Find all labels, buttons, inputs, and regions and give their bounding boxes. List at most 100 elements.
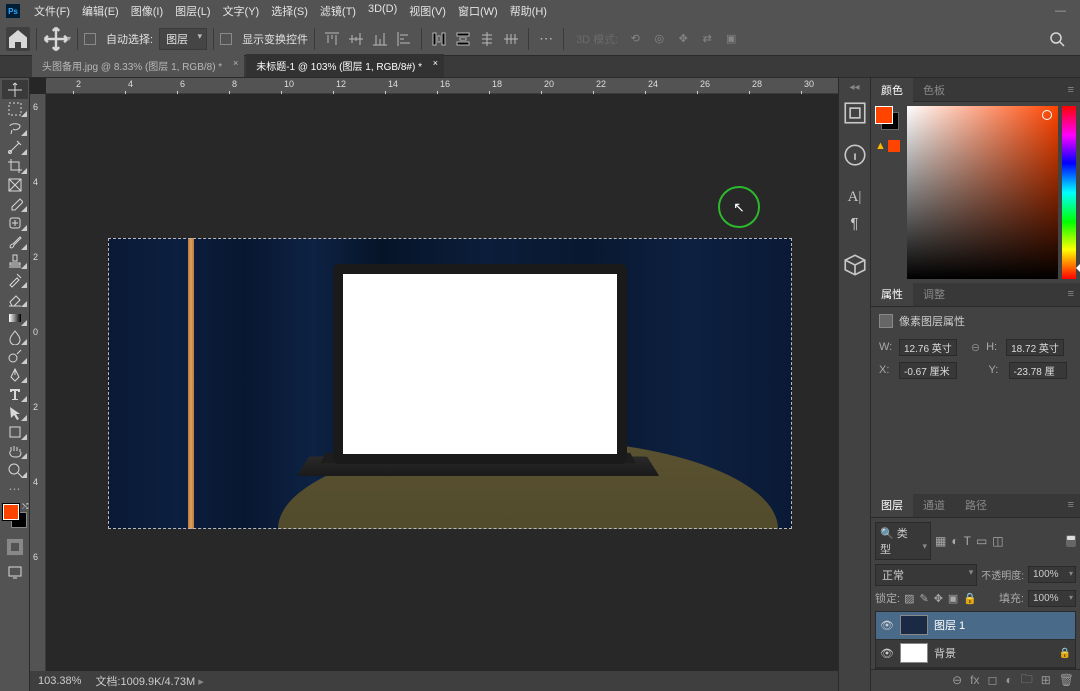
- tab-adjustments[interactable]: 调整: [913, 282, 955, 306]
- lock-transparency-icon[interactable]: ▨: [904, 592, 914, 605]
- color-swatches[interactable]: ⤭: [3, 504, 27, 528]
- document-tab[interactable]: 未标题-1 @ 103% (图层 1, RGB/8#) *×: [246, 54, 444, 77]
- filter-toggle[interactable]: [1066, 535, 1076, 547]
- show-transform-checkbox[interactable]: [220, 33, 232, 45]
- history-panel-icon[interactable]: [842, 101, 868, 125]
- tab-paths[interactable]: 路径: [955, 493, 997, 517]
- lock-position-icon[interactable]: ✥: [934, 592, 943, 605]
- eyedropper-tool[interactable]: [2, 194, 28, 213]
- visibility-icon[interactable]: 👁: [880, 647, 894, 660]
- tab-color[interactable]: 颜色: [871, 78, 913, 102]
- brush-tool[interactable]: [2, 232, 28, 251]
- layer-row[interactable]: 👁 图层 1: [876, 612, 1075, 640]
- link-layers-icon[interactable]: ⊖: [952, 673, 962, 687]
- layer-name[interactable]: 图层 1: [934, 617, 1071, 633]
- close-tab-icon[interactable]: ×: [433, 58, 438, 68]
- zoom-tool[interactable]: [2, 460, 28, 479]
- y-input[interactable]: [1009, 362, 1067, 379]
- libraries-panel-icon[interactable]: [842, 253, 868, 277]
- tab-properties[interactable]: 属性: [871, 282, 913, 306]
- link-dimensions-icon[interactable]: ⊖: [971, 341, 980, 354]
- tab-swatches[interactable]: 色板: [913, 78, 955, 102]
- minimize-button[interactable]: —: [1047, 5, 1074, 17]
- canvas-area[interactable]: 24681012141618202224262830 6420246 ↖ 103…: [30, 78, 838, 691]
- more-options-icon[interactable]: ⋯: [535, 28, 557, 50]
- lock-artboard-icon[interactable]: ▣: [948, 592, 958, 605]
- menu-窗口[interactable]: 窗口(W): [452, 1, 504, 21]
- dock-collapse-icon[interactable]: ◂◂: [849, 82, 859, 93]
- group-icon[interactable]: 🗀: [1021, 670, 1033, 691]
- panel-color-swatches[interactable]: [875, 106, 899, 130]
- 3d-camera-icon[interactable]: ▣: [720, 28, 742, 50]
- menu-滤镜[interactable]: 滤镜(T): [314, 1, 362, 21]
- lock-all-icon[interactable]: 🔒: [963, 592, 977, 605]
- menu-选择[interactable]: 选择(S): [265, 1, 314, 21]
- menu-编辑[interactable]: 编辑(E): [76, 1, 125, 21]
- gamut-warning-icon[interactable]: ▲: [875, 140, 903, 152]
- align-bottom-icon[interactable]: [369, 28, 391, 50]
- props-panel-menu-icon[interactable]: ≡: [1068, 288, 1074, 300]
- opacity-dropdown[interactable]: 100%: [1028, 566, 1076, 583]
- move-tool-icon[interactable]: ▾: [43, 27, 71, 51]
- info-panel-icon[interactable]: [842, 143, 868, 167]
- auto-select-dropdown[interactable]: 图层: [159, 28, 207, 50]
- filter-shape-icon[interactable]: ▭: [976, 534, 987, 548]
- align-top-icon[interactable]: [321, 28, 343, 50]
- color-panel-menu-icon[interactable]: ≡: [1068, 84, 1074, 96]
- stamp-tool[interactable]: [2, 251, 28, 270]
- canvas[interactable]: ↖: [46, 94, 838, 671]
- dodge-tool[interactable]: [2, 346, 28, 365]
- healing-tool[interactable]: [2, 213, 28, 232]
- align-vcenter-icon[interactable]: [345, 28, 367, 50]
- filter-pixel-icon[interactable]: ▦: [935, 534, 946, 548]
- layer-fx-icon[interactable]: fx: [970, 673, 979, 687]
- dist-2-icon[interactable]: [452, 28, 474, 50]
- path-select-tool[interactable]: [2, 403, 28, 422]
- ruler-horizontal[interactable]: 24681012141618202224262830: [46, 78, 838, 94]
- filter-smart-icon[interactable]: ◫: [992, 534, 1003, 548]
- dist-3-icon[interactable]: [476, 28, 498, 50]
- menu-图层[interactable]: 图层(L): [169, 1, 216, 21]
- frame-tool[interactable]: [2, 175, 28, 194]
- ruler-vertical[interactable]: 6420246: [30, 94, 46, 671]
- menu-帮助[interactable]: 帮助(H): [504, 1, 553, 21]
- menu-图像[interactable]: 图像(I): [125, 1, 169, 21]
- 3d-slide-icon[interactable]: ⇄: [696, 28, 718, 50]
- move-tool[interactable]: [2, 80, 28, 99]
- tab-channels[interactable]: 通道: [913, 493, 955, 517]
- layer-thumbnail[interactable]: [900, 643, 928, 663]
- blur-tool[interactable]: [2, 327, 28, 346]
- layer-filter-dropdown[interactable]: 🔍 类型: [875, 522, 931, 560]
- blend-mode-dropdown[interactable]: 正常: [875, 564, 977, 586]
- 3d-pan-icon[interactable]: ✥: [672, 28, 694, 50]
- menu-视图[interactable]: 视图(V): [403, 1, 452, 21]
- fg-color-swatch[interactable]: [3, 504, 19, 520]
- filter-adjust-icon[interactable]: ◐: [951, 534, 958, 548]
- layers-panel-menu-icon[interactable]: ≡: [1068, 499, 1074, 511]
- layer-row[interactable]: 👁 背景 🔒: [876, 640, 1075, 668]
- hand-tool[interactable]: [2, 441, 28, 460]
- hue-slider[interactable]: [1062, 106, 1076, 279]
- auto-select-checkbox[interactable]: [84, 33, 96, 45]
- menu-文件[interactable]: 文件(F): [28, 1, 76, 21]
- gradient-tool[interactable]: [2, 308, 28, 327]
- close-tab-icon[interactable]: ×: [233, 58, 238, 68]
- fill-dropdown[interactable]: 100%: [1028, 590, 1076, 607]
- type-tool[interactable]: [2, 384, 28, 403]
- height-input[interactable]: [1006, 339, 1064, 356]
- menu-文字[interactable]: 文字(Y): [217, 1, 266, 21]
- lasso-tool[interactable]: [2, 118, 28, 137]
- eraser-tool[interactable]: [2, 289, 28, 308]
- zoom-level[interactable]: 103.38%: [38, 675, 81, 687]
- x-input[interactable]: [899, 362, 957, 379]
- color-field[interactable]: [907, 106, 1058, 279]
- adjustment-layer-icon[interactable]: ◐: [1005, 673, 1012, 687]
- 3d-orbit-icon[interactable]: ⟲: [624, 28, 646, 50]
- marquee-tool[interactable]: [2, 99, 28, 118]
- menu-3D[interactable]: 3D(D): [362, 1, 403, 21]
- tab-layers[interactable]: 图层: [871, 493, 913, 517]
- filter-type-icon[interactable]: T: [964, 534, 971, 548]
- document-tab[interactable]: 头图备用.jpg @ 8.33% (图层 1, RGB/8) *×: [32, 54, 244, 77]
- layer-name[interactable]: 背景: [934, 645, 1053, 661]
- dist-1-icon[interactable]: [428, 28, 450, 50]
